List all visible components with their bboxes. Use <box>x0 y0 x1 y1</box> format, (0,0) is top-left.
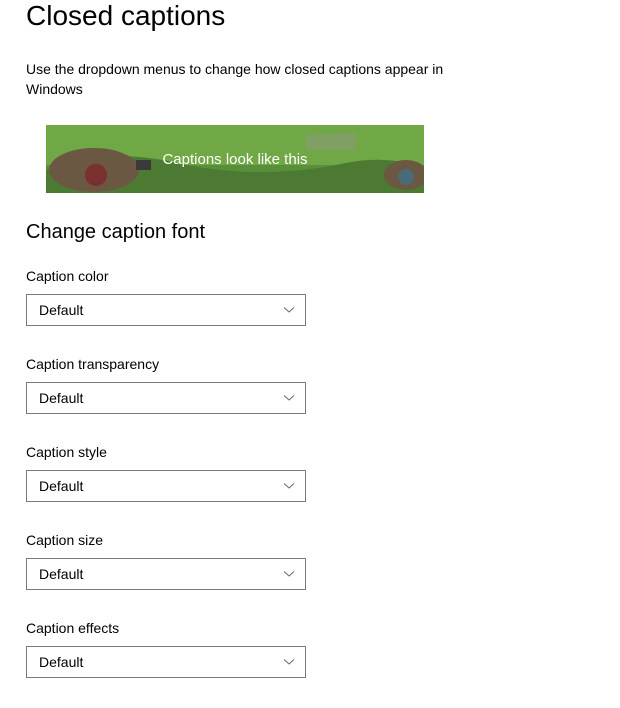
caption-transparency-value: Default <box>39 390 83 406</box>
caption-size-dropdown[interactable]: Default <box>26 558 306 590</box>
caption-preview: Captions look like this <box>46 125 424 193</box>
caption-effects-value: Default <box>39 654 83 670</box>
caption-color-label: Caption color <box>26 268 594 284</box>
caption-size-label: Caption size <box>26 532 594 548</box>
caption-effects-label: Caption effects <box>26 620 594 636</box>
caption-style-field: Caption style Default <box>26 444 594 502</box>
chevron-down-icon <box>283 656 295 668</box>
caption-effects-field: Caption effects Default <box>26 620 594 678</box>
chevron-down-icon <box>283 392 295 404</box>
caption-color-value: Default <box>39 302 83 318</box>
section-title: Change caption font <box>26 221 594 244</box>
preview-caption-text: Captions look like this <box>162 151 307 168</box>
caption-effects-dropdown[interactable]: Default <box>26 646 306 678</box>
chevron-down-icon <box>283 304 295 316</box>
description-text: Use the dropdown menus to change how clo… <box>26 60 466 99</box>
caption-style-label: Caption style <box>26 444 594 460</box>
caption-transparency-label: Caption transparency <box>26 356 594 372</box>
page-title: Closed captions <box>26 0 594 32</box>
caption-style-dropdown[interactable]: Default <box>26 470 306 502</box>
caption-color-dropdown[interactable]: Default <box>26 294 306 326</box>
caption-style-value: Default <box>39 478 83 494</box>
caption-size-field: Caption size Default <box>26 532 594 590</box>
caption-size-value: Default <box>39 566 83 582</box>
caption-transparency-field: Caption transparency Default <box>26 356 594 414</box>
caption-transparency-dropdown[interactable]: Default <box>26 382 306 414</box>
caption-color-field: Caption color Default <box>26 268 594 326</box>
chevron-down-icon <box>283 568 295 580</box>
chevron-down-icon <box>283 480 295 492</box>
